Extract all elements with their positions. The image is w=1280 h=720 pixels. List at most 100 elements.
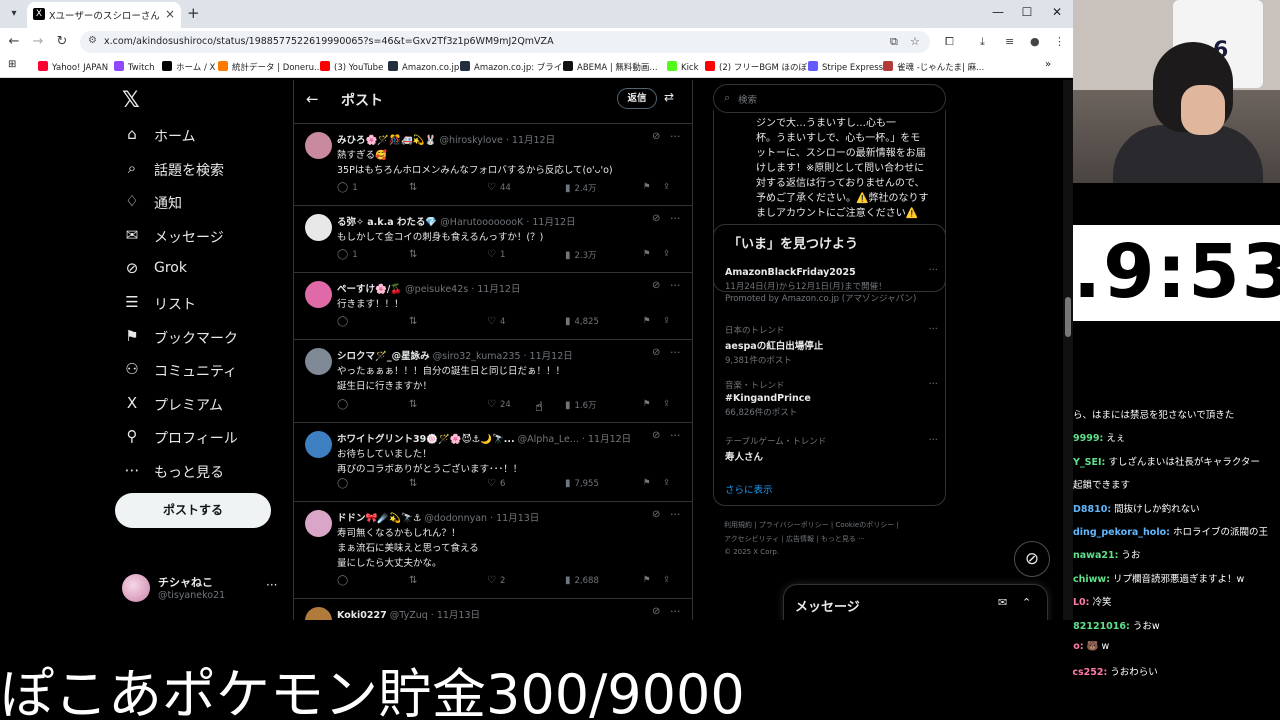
- bookmark-item[interactable]: (2) フリーBGM ほのぼ...: [705, 61, 815, 75]
- views-button[interactable]: ▮ 2.3万: [565, 249, 597, 261]
- reply-button[interactable]: ◯: [337, 399, 352, 410]
- retweet-button[interactable]: ⇅: [409, 249, 421, 260]
- tweet-more-icon[interactable]: ···: [670, 429, 681, 442]
- tweet-author-name[interactable]: ぺーすけ🌸/🍒: [337, 284, 402, 295]
- trend-more-icon[interactable]: ···: [928, 379, 938, 390]
- grok-explain-icon[interactable]: ⊘: [652, 430, 660, 441]
- post-button[interactable]: ポストする: [115, 493, 271, 528]
- bookmark-star-icon[interactable]: ☆: [910, 35, 920, 48]
- like-button[interactable]: ♡ 2: [487, 575, 505, 586]
- tweet-more-icon[interactable]: ···: [670, 605, 681, 618]
- retweet-button[interactable]: ⇅: [409, 575, 421, 586]
- retweet-button[interactable]: ⇅: [409, 182, 421, 193]
- tweet-more-icon[interactable]: ···: [670, 508, 681, 521]
- reply-button[interactable]: ◯ 1: [337, 182, 358, 193]
- trend-item[interactable]: 日本のトレンド aespaの紅白出場停止 9,381件のポスト ···: [725, 324, 940, 366]
- grok-explain-icon[interactable]: ⊘: [652, 131, 660, 142]
- grok-explain-icon[interactable]: ⊘: [652, 213, 660, 224]
- bookmark-item[interactable]: Amazon.co.jp: ブライ...: [460, 61, 570, 75]
- install-app-icon[interactable]: ⧉: [890, 35, 898, 49]
- apps-grid-icon[interactable]: ⊞: [8, 59, 16, 73]
- x-logo-icon[interactable]: 𝕏: [122, 88, 140, 113]
- like-button[interactable]: ♡ 6: [487, 478, 505, 489]
- tweet-author-name[interactable]: みひろ🌸🪄🎊🚑💫🐰: [337, 135, 436, 146]
- tweet-avatar[interactable]: [305, 281, 332, 308]
- grok-explain-icon[interactable]: ⊘: [652, 347, 660, 358]
- tweet-avatar[interactable]: [305, 431, 332, 458]
- footer-links[interactable]: 利用規約 | プライバシーポリシー | Cookieのポリシー |: [724, 520, 899, 530]
- maximize-button[interactable]: ☐: [1012, 5, 1042, 19]
- back-arrow-icon[interactable]: ←: [306, 90, 319, 108]
- share-icon[interactable]: ⇪: [663, 575, 670, 585]
- account-more-icon[interactable]: ···: [266, 578, 277, 592]
- share-icon[interactable]: ⇪: [663, 399, 670, 409]
- share-icon[interactable]: ⇪: [663, 316, 670, 326]
- bookmark-item[interactable]: Amazon.co.jp: [388, 61, 459, 75]
- reply-sort-button[interactable]: 返信: [617, 88, 657, 109]
- bookmark-icon[interactable]: ⚑: [643, 316, 651, 326]
- tweet-reply[interactable]: Koki0227 @TyZuq · 11月13日 ⊘ ···: [294, 599, 692, 620]
- account-handle[interactable]: @tisyaneko21: [158, 590, 225, 601]
- views-button[interactable]: ▮ 2,688: [565, 575, 599, 586]
- retweet-button[interactable]: ⇅: [409, 399, 421, 410]
- tweet-avatar[interactable]: [305, 348, 332, 375]
- tab-close-icon[interactable]: ×: [165, 7, 175, 21]
- bookmark-item[interactable]: Twitch: [114, 61, 155, 75]
- share-icon[interactable]: ⇪: [663, 182, 670, 192]
- trend-more-icon[interactable]: ···: [928, 265, 938, 276]
- reply-button[interactable]: ◯: [337, 478, 352, 489]
- tweet-avatar[interactable]: [305, 510, 332, 537]
- new-message-icon[interactable]: ✉: [998, 596, 1007, 609]
- expand-chevron-icon[interactable]: ⌃: [1022, 596, 1031, 609]
- tab-search-button[interactable]: ▾: [4, 5, 24, 23]
- tweet-reply[interactable]: みひろ🌸🪄🎊🚑💫🐰 @hiroskylove · 11月12日 ⊘ ··· 熱すぎる🥰…: [294, 124, 692, 206]
- grok-button[interactable]: ⊘: [1014, 541, 1050, 577]
- extensions-icon[interactable]: ⧠: [945, 35, 954, 49]
- bookmark-icon[interactable]: ⚑: [643, 182, 651, 192]
- bookmark-item[interactable]: 雀魂 -じゃんたま| 麻...: [883, 61, 984, 75]
- bookmark-item[interactable]: Yahoo! JAPAN: [38, 61, 108, 75]
- tweet-author-name[interactable]: シロクマ🪄_@星詠み: [337, 351, 430, 362]
- active-tab[interactable]: X Xユーザーのスシローさん: 🌸🍣🐟 ×: [27, 2, 181, 28]
- profile-avatar-icon[interactable]: ●: [1030, 35, 1040, 48]
- bookmarks-overflow-icon[interactable]: »: [1045, 59, 1051, 73]
- new-tab-button[interactable]: +: [187, 4, 200, 22]
- search-input[interactable]: ⌕ 検索: [713, 84, 946, 113]
- filter-icon[interactable]: ⇄: [664, 90, 674, 104]
- tweet-avatar[interactable]: [305, 607, 332, 620]
- grok-explain-icon[interactable]: ⊘: [652, 509, 660, 520]
- footer-links[interactable]: アクセシビリティ | 広告情報 | もっと見る ···: [724, 534, 865, 544]
- bookmark-icon[interactable]: ⚑: [643, 478, 651, 488]
- bookmark-item[interactable]: Stripe Express: [808, 61, 883, 75]
- tweet-more-icon[interactable]: ···: [670, 279, 681, 292]
- trend-more-icon[interactable]: ···: [928, 324, 938, 335]
- grok-explain-icon[interactable]: ⊘: [652, 606, 660, 617]
- trend-item[interactable]: AmazonBlackFriday2025 11月24日(月)から12月1日(月)…: [725, 265, 940, 304]
- download-icon[interactable]: ⤓: [980, 35, 985, 49]
- tweet-author-name[interactable]: ドドン🎀☄️💫🔭⚓: [337, 513, 421, 524]
- tweet-avatar[interactable]: [305, 132, 332, 159]
- retweet-button[interactable]: ⇅: [409, 316, 421, 327]
- views-button[interactable]: ▮ 2.4万: [565, 182, 597, 194]
- page-scrollbar[interactable]: [1063, 80, 1073, 620]
- like-button[interactable]: ♡ 1: [487, 249, 505, 260]
- views-button[interactable]: ▮ 4,825: [565, 316, 599, 327]
- reply-button[interactable]: ◯: [337, 316, 352, 327]
- reload-button[interactable]: ↻: [52, 34, 72, 49]
- share-icon[interactable]: ⇪: [663, 249, 670, 259]
- browser-menu-icon[interactable]: ⋮: [1054, 35, 1065, 48]
- like-button[interactable]: ♡ 44: [487, 182, 511, 193]
- media-icon[interactable]: ≡: [1005, 35, 1014, 48]
- tweet-more-icon[interactable]: ···: [670, 130, 681, 143]
- back-button[interactable]: ←: [4, 34, 24, 49]
- tweet-reply[interactable]: シロクマ🪄_@星詠み @siro32_kuma235 · 11月12日 ⊘ ··· や…: [294, 340, 692, 423]
- bookmark-item[interactable]: ホーム / X: [162, 61, 215, 75]
- views-button[interactable]: ▮ 1.6万: [565, 399, 597, 411]
- tweet-author-name[interactable]: る弥✧ a.k.a わたる💎: [337, 217, 437, 228]
- account-avatar[interactable]: [122, 574, 150, 602]
- reply-button[interactable]: ◯ 1: [337, 249, 358, 260]
- reply-button[interactable]: ◯: [337, 575, 352, 586]
- site-info-icon[interactable]: ⚙: [88, 35, 97, 46]
- footer-links[interactable]: © 2025 X Corp.: [724, 548, 779, 556]
- bookmark-item[interactable]: (3) YouTube: [320, 61, 383, 75]
